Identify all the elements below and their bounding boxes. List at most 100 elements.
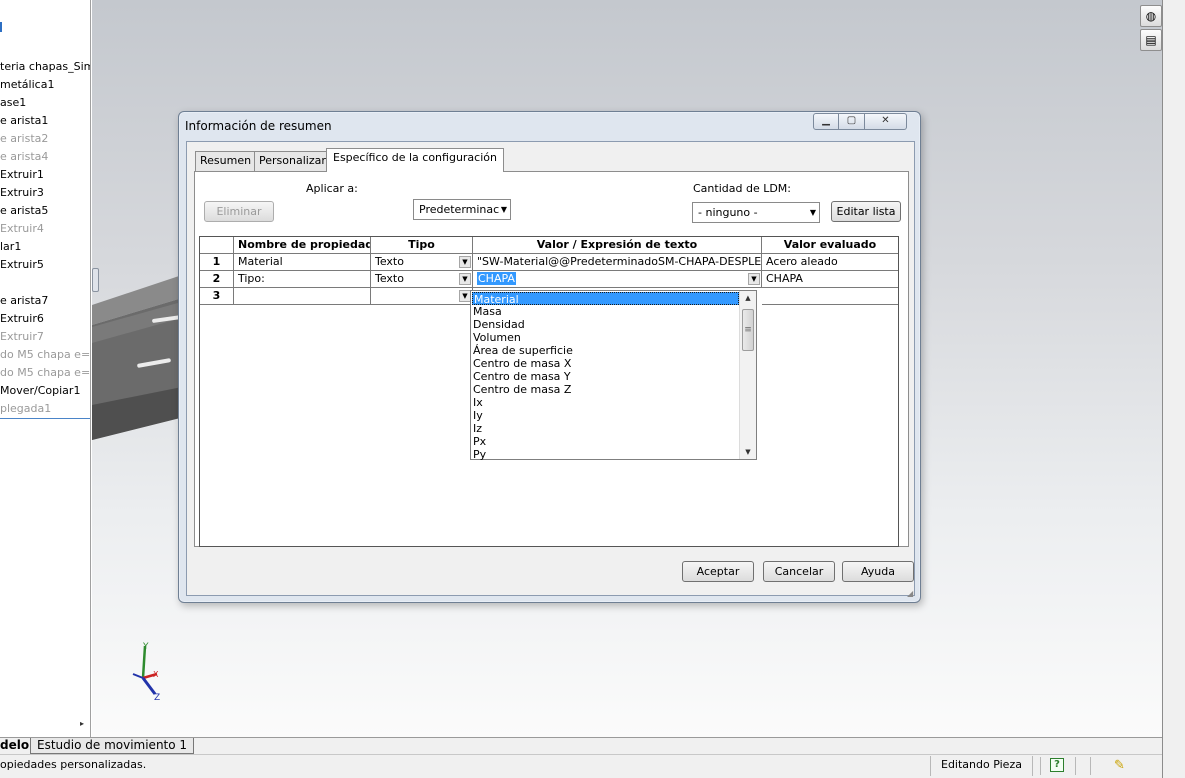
chevron-down-icon[interactable]: ▼ xyxy=(748,273,760,285)
chevron-down-icon[interactable]: ▼ xyxy=(459,256,471,268)
tree-item[interactable]: e arista5 xyxy=(0,204,48,222)
tree-item[interactable]: Mover/Copiar1 xyxy=(0,384,80,402)
property-name-cell[interactable]: Tipo: xyxy=(234,271,371,288)
tree-item[interactable]: Extruir7 xyxy=(0,330,44,348)
property-grid: Nombre de propiedad Tipo Valor / Expresi… xyxy=(199,236,899,547)
property-type-cell[interactable]: Texto ▼ xyxy=(371,271,473,288)
tree-item[interactable]: do M5 chapa e=3 xyxy=(0,348,90,366)
property-name-cell[interactable] xyxy=(234,288,371,305)
sheet-metal-part-model[interactable] xyxy=(92,275,192,445)
property-type-cell[interactable]: Texto ▼ xyxy=(371,254,473,271)
help-button[interactable]: Ayuda xyxy=(842,561,914,582)
tree-item[interactable]: Extruir3 xyxy=(0,186,44,204)
resize-grip-icon[interactable]: ◢ xyxy=(907,589,917,599)
status-message: opiedades personalizadas. xyxy=(0,758,147,771)
property-type-value: Texto xyxy=(375,272,404,285)
reference-triad: Y X Z xyxy=(132,642,160,702)
grid-header-type: Tipo xyxy=(371,237,473,254)
dropdown-item[interactable]: Centro de masa X xyxy=(472,357,739,370)
dropdown-item[interactable]: Iz xyxy=(472,422,739,435)
grid-header-evaluated: Valor evaluado xyxy=(762,237,898,254)
triad-z-label: Z xyxy=(154,693,160,702)
maximize-button[interactable]: ▢ xyxy=(839,113,865,130)
status-separator xyxy=(1090,757,1091,775)
tree-item[interactable]: Extruir6 xyxy=(0,312,44,330)
bom-quantity-label: Cantidad de LDM: xyxy=(693,182,792,195)
help-icon[interactable]: ? xyxy=(1050,758,1064,772)
tree-item[interactable]: do M5 chapa e=3 xyxy=(0,366,90,384)
grid-header-num xyxy=(200,237,234,254)
tree-item[interactable]: ase1 xyxy=(0,96,26,114)
dialog-body: Resumen Personalizar Aplicar a: Cantidad… xyxy=(186,141,915,596)
dropdown-item[interactable]: Volumen xyxy=(472,331,739,344)
bom-quantity-select[interactable]: - ninguno - ▼ xyxy=(692,202,820,223)
triad-y-label: Y xyxy=(142,642,149,652)
value-dropdown-list[interactable]: Material Masa Densidad Volumen Área de super… xyxy=(470,290,757,461)
evaluated-value-cell: CHAPA xyxy=(762,271,898,288)
dropdown-item[interactable]: Área de superficie xyxy=(472,344,739,357)
property-type-cell[interactable]: ▼ xyxy=(371,288,473,305)
dropdown-item[interactable]: Densidad xyxy=(472,318,739,331)
close-button[interactable]: ✕ xyxy=(865,113,907,130)
tree-item[interactable]: teria chapas_Sim xyxy=(0,60,90,78)
tag-icon[interactable]: ✎ xyxy=(1114,758,1125,773)
dropdown-item[interactable]: Iy xyxy=(472,409,739,422)
delete-button[interactable]: Eliminar xyxy=(204,201,274,222)
bom-quantity-value: - ninguno - xyxy=(698,206,758,219)
value-editor-selected-text[interactable]: CHAPA xyxy=(477,272,516,285)
dialog-title: Información de resumen xyxy=(185,119,332,133)
dropdown-item[interactable]: Px xyxy=(472,435,739,448)
dropdown-item[interactable]: Py xyxy=(472,448,739,461)
minimize-button[interactable]: ▁ xyxy=(813,113,839,130)
tree-item[interactable]: e arista7 xyxy=(0,294,48,312)
dropdown-item[interactable]: Centro de masa Y xyxy=(472,370,739,383)
dropdown-item[interactable]: Ix xyxy=(472,396,739,409)
config-specific-panel: Aplicar a: Cantidad de LDM: Eliminar Pre… xyxy=(194,171,909,547)
dropdown-item[interactable]: Material xyxy=(472,292,739,306)
ok-button[interactable]: Aceptar xyxy=(682,561,754,582)
status-bar: opiedades personalizadas. Editando Pieza… xyxy=(0,754,1162,778)
tree-selection-line xyxy=(0,418,90,419)
triad-x-label: X xyxy=(153,670,159,679)
dropdown-scrollbar[interactable]: ▲ ≡ ▼ xyxy=(739,291,756,459)
scroll-thumb[interactable]: ≡ xyxy=(742,309,754,351)
tree-item[interactable]: Extruir4 xyxy=(0,222,44,240)
dropdown-item[interactable]: Centro de masa Z xyxy=(472,383,739,396)
property-name-cell[interactable]: Material xyxy=(234,254,371,271)
tab-motion-study[interactable]: Estudio de movimiento 1 xyxy=(30,738,195,754)
chevron-down-icon: ▼ xyxy=(500,205,507,214)
tree-item[interactable]: e arista4 xyxy=(0,150,48,168)
tab-summary[interactable]: Resumen xyxy=(195,151,257,171)
row-number: 2 xyxy=(200,271,234,288)
tree-item[interactable]: metálica1 xyxy=(0,78,54,96)
summary-info-dialog: Información de resumen ▁ ▢ ✕ Resumen Per… xyxy=(178,111,921,603)
evaluated-value-cell xyxy=(762,288,898,305)
appearances-icon[interactable]: ◍ xyxy=(1140,5,1162,27)
apply-to-label: Aplicar a: xyxy=(306,182,358,195)
chevron-down-icon[interactable]: ▼ xyxy=(459,273,471,285)
property-type-value: Texto xyxy=(375,255,404,268)
panel-splitter-handle[interactable] xyxy=(92,268,99,292)
scroll-up-icon[interactable]: ▲ xyxy=(740,291,756,305)
scroll-down-icon[interactable]: ▼ xyxy=(740,445,756,459)
grid-header-name: Nombre de propiedad xyxy=(234,237,371,254)
cancel-button[interactable]: Cancelar xyxy=(763,561,835,582)
tree-item[interactable]: lar1 xyxy=(0,240,21,258)
property-value-cell[interactable]: "SW-Material@@PredeterminadoSM-CHAPA-DES… xyxy=(473,254,762,271)
tab-config-specific[interactable]: Específico de la configuración xyxy=(326,148,504,172)
configuration-select[interactable]: Predeterminac ▼ xyxy=(413,199,511,220)
status-separator xyxy=(1040,757,1041,775)
tree-scroll-right-icon[interactable]: ▸ xyxy=(80,719,84,728)
tree-item[interactable]: e arista2 xyxy=(0,132,48,150)
dropdown-item[interactable]: Masa xyxy=(472,305,739,318)
custom-properties-icon[interactable]: ▤ xyxy=(1140,29,1162,51)
tree-item[interactable]: Extruir5 xyxy=(0,258,44,276)
bottom-tab-bar: delo Estudio de movimiento 1 xyxy=(0,737,1162,754)
tab-custom[interactable]: Personalizar xyxy=(254,151,331,171)
edit-list-button[interactable]: Editar lista xyxy=(831,201,901,222)
tree-marker xyxy=(0,22,2,32)
chevron-down-icon: ▼ xyxy=(809,208,816,217)
property-value-editor[interactable]: CHAPA ▼ xyxy=(473,271,762,288)
tree-item[interactable]: Extruir1 xyxy=(0,168,44,186)
tree-item[interactable]: e arista1 xyxy=(0,114,48,132)
